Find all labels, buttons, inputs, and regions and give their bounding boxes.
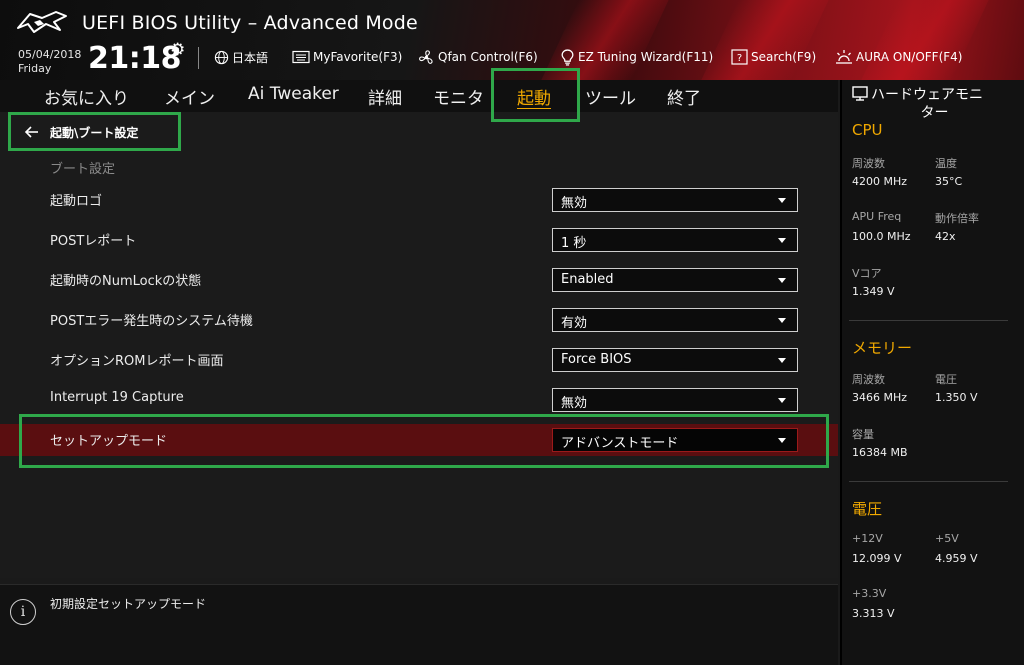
settings-panel <box>0 112 838 578</box>
tab-main[interactable]: メイン <box>164 84 215 109</box>
chevron-down-icon <box>778 398 786 403</box>
globe-icon <box>214 50 229 64</box>
qfan-control-button[interactable]: Qfan Control(F6) <box>418 48 538 66</box>
chevron-down-icon <box>778 358 786 363</box>
memory-volt-value: 1.350 V <box>935 391 978 404</box>
header-decoration <box>701 0 829 80</box>
setting-label-interrupt-19: Interrupt 19 Capture <box>50 390 184 405</box>
ez-tuning-label: EZ Tuning Wizard(F11) <box>578 50 714 64</box>
ez-tuning-wizard-button[interactable]: EZ Tuning Wizard(F11) <box>560 48 713 66</box>
setting-label-numlock: 起動時のNumLockの状態 <box>50 274 202 289</box>
qfan-label: Qfan Control(F6) <box>438 50 538 64</box>
interrupt-19-value: 無効 <box>561 396 588 411</box>
interrupt-19-select[interactable]: 無効 <box>552 388 798 412</box>
myfavorite-label: MyFavorite(F3) <box>313 50 403 64</box>
tab-advanced[interactable]: 詳細 <box>368 84 402 109</box>
date-text: 05/04/2018 <box>18 48 82 61</box>
hw-divider <box>849 481 1008 482</box>
highlight-box-boot-tab <box>491 68 580 122</box>
boot-logo-select[interactable]: 無効 <box>552 188 798 212</box>
help-text: 初期設定セットアップモード <box>50 597 207 611</box>
memory-capacity-value: 16384 MB <box>852 446 908 459</box>
myfavorite-button[interactable]: MyFavorite(F3) <box>292 48 402 66</box>
numlock-select[interactable]: Enabled <box>552 268 798 292</box>
vcore-label: Vコア <box>852 267 882 280</box>
info-icon: i <box>10 599 36 625</box>
v33-value: 3.313 V <box>852 607 895 620</box>
aura-icon <box>836 50 852 64</box>
search-icon: ? <box>731 49 748 65</box>
option-rom-select[interactable]: Force BIOS <box>552 348 798 372</box>
cpu-heading: CPU <box>852 121 883 139</box>
language-button[interactable]: 日本語 <box>214 48 268 66</box>
numlock-value: Enabled <box>561 272 614 287</box>
tab-tool[interactable]: ツール <box>585 84 636 109</box>
rog-logo-icon <box>17 11 67 33</box>
memory-freq-value: 3466 MHz <box>852 391 908 404</box>
main-tab-bar: お気に入り メイン Ai Tweaker 詳細 モニタ 起動 ツール 終了 <box>0 80 838 112</box>
tab-ai-tweaker[interactable]: Ai Tweaker <box>248 84 339 104</box>
memory-heading: メモリー <box>852 339 913 357</box>
option-rom-value: Force BIOS <box>561 352 632 367</box>
setting-label-post-report: POSTレポート <box>50 234 137 249</box>
cpu-temp-value: 35°C <box>935 175 963 188</box>
vcore-value: 1.349 V <box>852 285 895 298</box>
cpu-freq-value: 4200 MHz <box>852 175 908 188</box>
setting-label-post-error-wait: POSTエラー発生時のシステム待機 <box>50 314 253 329</box>
cpu-ratio-value: 42x <box>935 230 956 243</box>
cpu-ratio-label: 動作倍率 <box>935 212 979 225</box>
clock-display: 21:18 <box>88 41 182 76</box>
search-button[interactable]: ? Search(F9) <box>731 48 816 66</box>
hardware-monitor-title: ハードウェアモニ ター <box>852 86 1017 122</box>
chevron-down-icon <box>778 278 786 283</box>
day-text: Friday <box>18 62 52 75</box>
v5-value: 4.959 V <box>935 552 978 565</box>
voltage-heading: 電圧 <box>852 500 883 518</box>
hw-title-line2: ター <box>920 105 949 121</box>
hw-title-line1: ハードウェアモニ <box>871 87 983 103</box>
header-divider <box>198 47 199 69</box>
chevron-down-icon <box>778 198 786 203</box>
cpu-temp-label: 温度 <box>935 157 957 170</box>
boot-logo-value: 無効 <box>561 196 588 211</box>
header-decoration <box>861 0 989 80</box>
highlight-box-setup-mode <box>19 414 829 468</box>
tab-exit[interactable]: 終了 <box>667 84 701 109</box>
memory-capacity-label: 容量 <box>852 428 874 441</box>
highlight-box-breadcrumb <box>8 112 181 151</box>
aura-label: AURA ON/OFF(F4) <box>856 50 963 64</box>
language-label: 日本語 <box>232 50 269 65</box>
date-display: 05/04/2018 Friday <box>18 48 81 76</box>
bulb-icon <box>561 48 574 66</box>
search-label: Search(F9) <box>751 50 817 64</box>
v12-value: 12.099 V <box>852 552 902 565</box>
apu-freq-value: 100.0 MHz <box>852 230 911 243</box>
cpu-freq-label: 周波数 <box>852 157 885 170</box>
v12-label: +12V <box>852 532 883 545</box>
fan-icon <box>419 49 433 64</box>
hw-divider <box>849 320 1008 321</box>
tab-favorites[interactable]: お気に入り <box>44 84 129 109</box>
svg-text:?: ? <box>737 53 742 64</box>
gear-icon[interactable]: ⚙ <box>170 40 185 60</box>
tab-monitor[interactable]: モニタ <box>433 84 484 109</box>
setting-label-boot-logo: 起動ロゴ <box>50 194 103 209</box>
keyboard-icon <box>292 50 310 64</box>
post-error-wait-value: 有効 <box>561 316 588 331</box>
section-title: ブート設定 <box>50 162 116 177</box>
apu-freq-label: APU Freq <box>852 210 902 223</box>
memory-volt-label: 電圧 <box>935 373 957 386</box>
monitor-icon <box>852 86 868 101</box>
v5-label: +5V <box>935 532 959 545</box>
chevron-down-icon <box>778 238 786 243</box>
setting-label-option-rom: オプションROMレポート画面 <box>50 354 224 369</box>
memory-freq-label: 周波数 <box>852 373 885 386</box>
aura-toggle-button[interactable]: AURA ON/OFF(F4) <box>835 48 962 66</box>
post-report-value: 1 秒 <box>561 236 587 251</box>
app-title: UEFI BIOS Utility – Advanced Mode <box>82 12 418 34</box>
post-error-wait-select[interactable]: 有効 <box>552 308 798 332</box>
chevron-down-icon <box>778 318 786 323</box>
post-report-select[interactable]: 1 秒 <box>552 228 798 252</box>
v33-label: +3.3V <box>852 587 887 600</box>
